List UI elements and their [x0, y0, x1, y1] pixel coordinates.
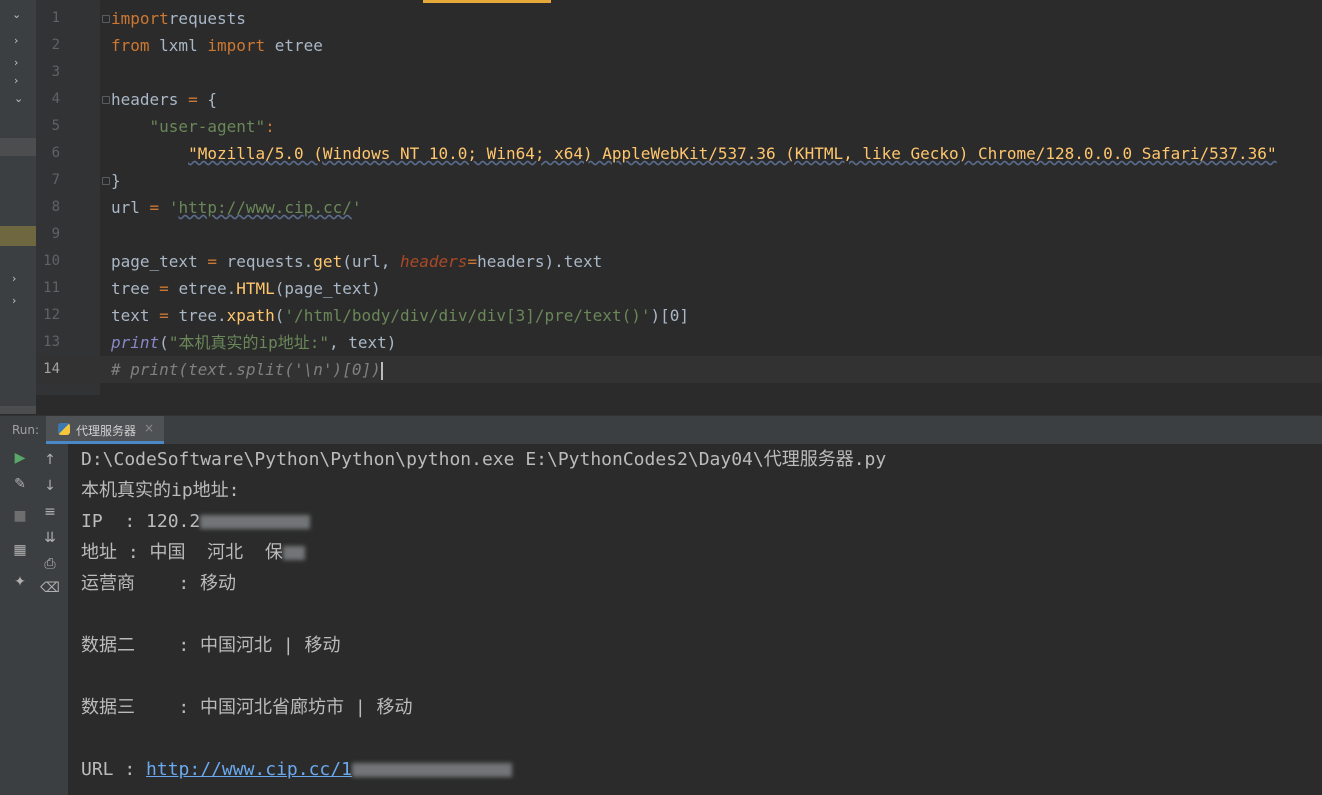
python-file-icon [58, 423, 70, 435]
code-text: "Mozilla/5.0 (Windows NT 10.0; Win64; x6… [188, 144, 1277, 163]
project-panel-strip[interactable]: ⌄ › › › ⌄ › › [0, 0, 36, 410]
code-text: from lxml import etree [111, 36, 323, 55]
scroll-to-end-icon[interactable]: ⇊ [40, 528, 60, 548]
line-number: 1 [51, 10, 60, 26]
code-line[interactable]: 9 [36, 221, 1322, 248]
chevron-right-icon[interactable]: › [12, 272, 16, 285]
code-text: print("本机真实的ip地址:", text) [111, 333, 397, 352]
redacted-region [351, 763, 512, 777]
line-number: 11 [43, 280, 60, 296]
pin-icon[interactable]: ✦ [10, 572, 30, 592]
project-item-selected[interactable] [0, 226, 36, 246]
wrench-icon[interactable]: ✎ [10, 474, 30, 494]
line-number: 2 [51, 37, 60, 53]
code-text: url = 'http://www.cip.cc/' [111, 198, 362, 217]
redacted-region [200, 515, 311, 529]
line-number: 13 [43, 334, 60, 350]
code-line[interactable]: 1 importrequests [36, 5, 1322, 32]
code-line[interactable]: 2 from lxml import etree [36, 32, 1322, 59]
down-arrow-icon[interactable]: ↓ [40, 476, 60, 496]
line-number: 7 [51, 172, 60, 188]
trash-icon[interactable]: ⌫ [40, 578, 60, 598]
code-text: "user-agent": [149, 117, 275, 136]
code-line[interactable]: 8 url = 'http://www.cip.cc/' [36, 194, 1322, 221]
soft-wrap-icon[interactable]: ≡ [40, 502, 60, 522]
code-line[interactable]: 14 # print(text.split('\n')[0]) [36, 356, 1322, 383]
run-console[interactable]: D:\CodeSoftware\Python\Python\python.exe… [68, 444, 1322, 795]
chevron-right-icon[interactable]: › [14, 34, 18, 47]
redacted-region [282, 546, 305, 560]
code-text: headers = { [111, 90, 217, 109]
fold-marker-icon[interactable] [102, 15, 110, 23]
code-text: text = tree.xpath('/html/body/div/div/di… [111, 306, 689, 325]
project-item-highlight[interactable] [0, 138, 36, 156]
console-line-ip: IP : 120.2 [81, 510, 311, 534]
chevron-down-icon[interactable]: ⌄ [14, 92, 23, 105]
line-number: 5 [51, 118, 60, 134]
run-label: Run: [12, 423, 40, 437]
run-panel-header: Run: 代理服务器 × [0, 415, 1322, 445]
code-line[interactable]: 4 headers = { [36, 86, 1322, 113]
console-line: 运营商 : 移动 [81, 573, 237, 594]
code-text: tree = etree.HTML(page_text) [111, 279, 381, 298]
fold-marker-icon[interactable] [102, 96, 110, 104]
fold-marker-icon[interactable] [102, 177, 110, 185]
console-line-address: 地址 : 中国 河北 保 [81, 541, 305, 565]
line-number: 8 [51, 199, 60, 215]
up-arrow-icon[interactable]: ↑ [40, 450, 60, 470]
console-line: 本机真实的ip地址: [81, 480, 240, 501]
chevron-down-icon[interactable]: ⌄ [12, 8, 21, 21]
line-number: 3 [51, 64, 60, 80]
console-line: 数据三 : 中国河北省廊坊市 | 移动 [81, 697, 413, 718]
line-number: 6 [51, 145, 60, 161]
chevron-right-icon[interactable]: › [12, 294, 16, 307]
code-text: # print(text.split('\n')[0]) [111, 360, 383, 380]
code-editor[interactable]: 1 importrequests 2 from lxml import etree 3 4… [36, 0, 1322, 395]
console-line: D:\CodeSoftware\Python\Python\python.exe… [81, 449, 887, 470]
console-text: URL : [81, 759, 147, 780]
code-text: importrequests [111, 9, 246, 28]
run-tab[interactable]: 代理服务器 × [46, 416, 164, 444]
panel-scrollbar[interactable] [0, 406, 36, 414]
text-caret [380, 361, 383, 380]
line-number: 4 [51, 91, 60, 107]
console-line-url: URL : http://www.cip.cc/1 [81, 758, 512, 782]
chevron-right-icon[interactable]: › [14, 56, 18, 69]
code-line[interactable]: 3 [36, 59, 1322, 86]
code-line[interactable]: 12 text = tree.xpath('/html/body/div/div/… [36, 302, 1322, 329]
code-line[interactable]: 5 "user-agent": [36, 113, 1322, 140]
code-line[interactable]: 13 print("本机真实的ip地址:", text) [36, 329, 1322, 356]
code-line[interactable]: 10 page_text = requests.get(url, headers=… [36, 248, 1322, 275]
console-line: 数据二 : 中国河北 | 移动 [81, 635, 341, 656]
line-number: 10 [43, 253, 60, 269]
console-text: IP : 120.2 [81, 511, 201, 532]
stop-icon[interactable]: ■ [10, 506, 30, 526]
chevron-right-icon[interactable]: › [14, 74, 18, 87]
code-line[interactable]: 11 tree = etree.HTML(page_text) [36, 275, 1322, 302]
line-number: 12 [43, 307, 60, 323]
close-icon[interactable]: × [144, 421, 154, 435]
line-number: 9 [51, 226, 60, 242]
code-line[interactable]: 7} [36, 167, 1322, 194]
run-toolbar: ▶ ↑ ✎ ↓ ■ ≡ ▦ ⇊ ⎙ ✦ ⌫ [0, 444, 68, 795]
code-line[interactable]: 6 "Mozilla/5.0 (Windows NT 10.0; Win64; … [36, 140, 1322, 167]
print-icon[interactable]: ⎙ [40, 554, 60, 574]
line-number: 14 [43, 361, 60, 377]
code-text: } [111, 171, 121, 190]
console-url-link[interactable]: http://www.cip.cc/1 [146, 759, 352, 780]
layout-icon[interactable]: ▦ [10, 540, 30, 560]
run-icon[interactable]: ▶ [10, 448, 30, 468]
run-tab-title: 代理服务器 [76, 424, 137, 438]
code-text: page_text = requests.get(url, headers=he… [111, 252, 603, 271]
console-text: 地址 : 中国 河北 保 [81, 542, 283, 563]
active-tab-indicator [423, 0, 551, 3]
